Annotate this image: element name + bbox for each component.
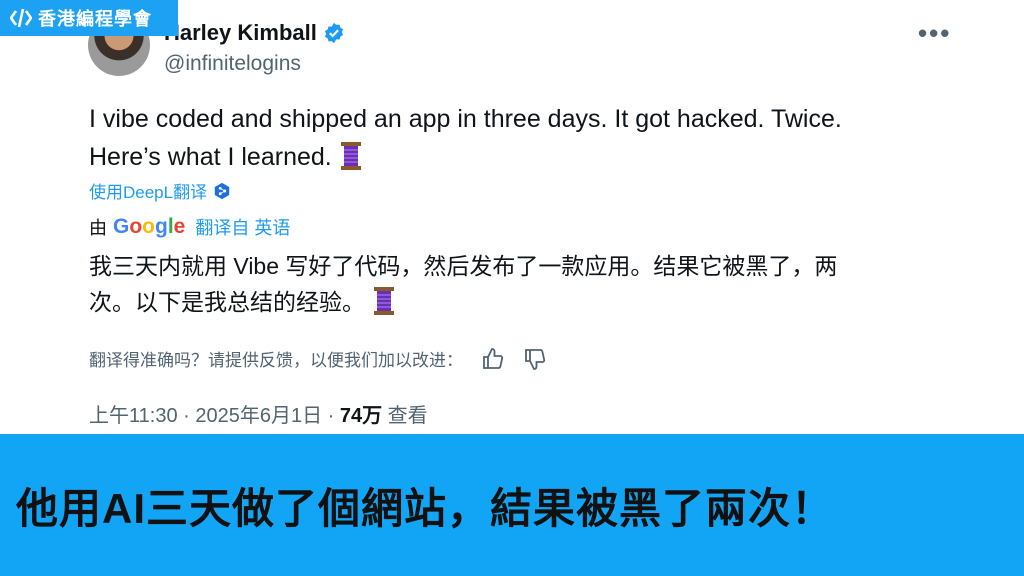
watermark-logo: 香港編程學會 <box>0 0 178 36</box>
google-letter: o <box>129 215 143 238</box>
tweet-text-line2: Here’s what I learned. <box>89 143 332 171</box>
verified-badge-icon <box>324 22 343 44</box>
tweet-meta: 上午11:30 · 2025年6月1日 · 74万 查看 <box>89 399 428 428</box>
google-letter: g <box>155 215 168 238</box>
translation-line2: 次。以下是我总结的经验。 <box>89 289 365 315</box>
timestamp[interactable]: 上午11:30 · 2025年6月1日 · <box>89 405 340 427</box>
google-letter: G <box>113 215 130 238</box>
feedback-prompt: 翻译得准确吗？请提供反馈，以便我们加以改进： <box>89 351 463 370</box>
tweet-text-line2-wrap: Here’s what I learned. <box>89 138 919 176</box>
translated-text: 我三天内就用 Vibe 写好了代码，然后发布了一款应用。结果它被黑了，两 次。以… <box>89 248 949 320</box>
deepl-label: 使用DeepL翻译 <box>89 183 208 202</box>
translation-line2-wrap: 次。以下是我总结的经验。 <box>89 284 949 320</box>
spool-emoji-icon <box>374 287 394 315</box>
author-row: Harley Kimball <box>164 20 345 46</box>
tweet-text: I vibe coded and shipped an app in three… <box>89 100 919 176</box>
tweet-card: Harley Kimball @infinitelogins ••• I vib… <box>0 0 1024 434</box>
banner-headline: 他用AI三天做了個網站，結果被黑了兩次！ <box>16 484 835 532</box>
thumbs-up-icon[interactable] <box>481 347 505 371</box>
translated-from-link[interactable]: 翻译自 英语 <box>195 214 290 240</box>
code-logo-icon <box>10 7 32 29</box>
translation-feedback: 翻译得准确吗？请提供反馈，以便我们加以改进： <box>89 346 547 371</box>
google-logo: Google <box>113 215 185 239</box>
views-label: 查看 <box>382 405 428 427</box>
watermark-text: 香港編程學會 <box>38 9 152 29</box>
spool-emoji-icon <box>340 142 361 170</box>
google-letter: e <box>173 215 186 238</box>
deepl-icon <box>214 182 230 199</box>
author-name[interactable]: Harley Kimball <box>164 20 317 46</box>
by-label: 由 <box>89 218 107 238</box>
more-icon[interactable]: ••• <box>918 18 951 49</box>
google-translate-row: 由 Google 翻译自 英语 <box>89 214 290 240</box>
author-handle[interactable]: @infinitelogins <box>164 52 301 76</box>
tweet-text-line1: I vibe coded and shipped an app in three… <box>89 105 842 133</box>
deepl-translate-link[interactable]: 使用DeepL翻译 <box>89 178 231 203</box>
view-count: 74万 <box>339 405 383 427</box>
translation-line1: 我三天内就用 Vibe 写好了代码，然后发布了一款应用。结果它被黑了，两 <box>89 253 838 279</box>
google-letter: o <box>142 215 155 238</box>
caption-banner: 他用AI三天做了個網站，結果被黑了兩次！ <box>0 434 1024 576</box>
thumbs-down-icon[interactable] <box>523 347 547 371</box>
